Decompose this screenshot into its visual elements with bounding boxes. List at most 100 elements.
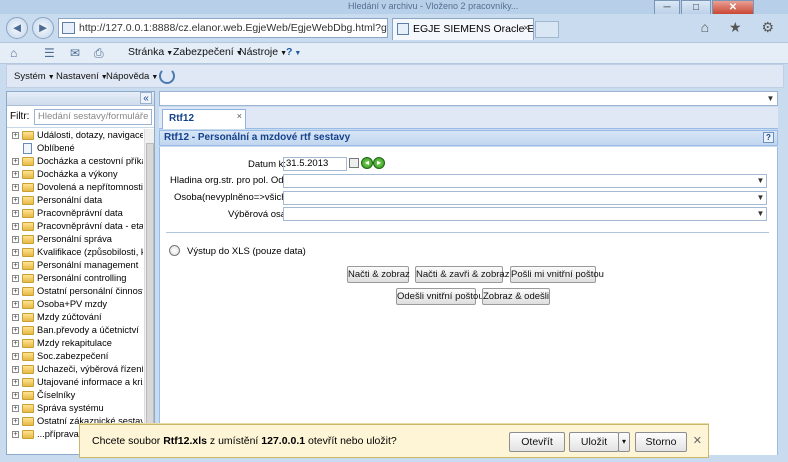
menu-help[interactable]: ? ▼ (286, 46, 301, 58)
tree-item[interactable]: + Mzdy rekapitulace (7, 337, 143, 350)
tree-item[interactable]: + Ostatní personální činnosti (7, 285, 143, 298)
menu-tools[interactable]: Nástroje ▼ (239, 46, 287, 58)
expand-icon[interactable]: + (12, 171, 19, 178)
new-tab-button[interactable] (535, 21, 559, 38)
date-next-icon[interactable]: ▸ (373, 157, 385, 169)
filter-label: Filtr: (10, 111, 30, 122)
cancel-download-button[interactable]: Storno (635, 432, 687, 452)
menu-system[interactable]: Systém ▼ (14, 71, 55, 82)
tree-item[interactable]: + Dovolená a nepřítomnosti (7, 181, 143, 194)
tab-close-icon[interactable]: × (523, 19, 529, 39)
home-icon[interactable]: ⌂ (10, 46, 17, 60)
tree-item[interactable]: + Personální data (7, 194, 143, 207)
tree-item[interactable]: + Události, dotazy, navigace (7, 129, 143, 142)
calendar-icon[interactable] (349, 158, 359, 168)
expand-icon[interactable]: + (12, 405, 19, 412)
tree-item[interactable]: + Číselníky (7, 389, 143, 402)
select-axis-combo[interactable]: ▼ (283, 207, 767, 221)
open-file-button[interactable]: Otevřít (509, 432, 565, 452)
expand-icon[interactable]: + (12, 158, 19, 165)
tree-item[interactable]: + Ban.převody a účetnictví (7, 324, 143, 337)
tree-item[interactable]: + Docházka a cestovní příkazy (7, 155, 143, 168)
expand-icon[interactable]: + (12, 262, 19, 269)
expand-icon[interactable]: + (12, 197, 19, 204)
tree-item[interactable]: + Soc.zabezpečení (7, 350, 143, 363)
refresh-icon[interactable] (159, 68, 175, 84)
top-combobox[interactable]: ▼ (159, 91, 778, 106)
expand-icon[interactable]: + (12, 327, 19, 334)
tab-rtf12[interactable]: Rtf12 × (162, 109, 246, 129)
report-form: Datum k: 31.5.2013 ◂ ▸ Hladina org.str. … (159, 147, 778, 455)
load-close-show-button[interactable]: Načti & zavři & zobraz (415, 266, 509, 283)
person-label: Osoba(nevyplněno=>všichni): (174, 192, 300, 203)
scroll-thumb[interactable] (146, 143, 154, 443)
tree-item[interactable]: + Personální controlling (7, 272, 143, 285)
chevron-down-icon[interactable]: ▼ (755, 192, 766, 204)
expand-icon[interactable]: + (12, 249, 19, 256)
menu-page[interactable]: Stránka ▼ (128, 46, 173, 58)
tree-item[interactable]: + Osoba+PV mzdy (7, 298, 143, 311)
tree-item[interactable]: + Personální management (7, 259, 143, 272)
load-show-button[interactable]: Načti & zobraz (347, 266, 410, 283)
chevron-down-icon[interactable]: ▼ (755, 175, 766, 187)
org-level-combo[interactable]: ▼ (283, 174, 767, 188)
tree-item[interactable]: + Utajované informace a krizové (7, 376, 143, 389)
browser-tab[interactable]: EGJE SIEMENS Oracle EMA... × (392, 18, 534, 40)
select-axis-label: Výběrová osa: (228, 209, 289, 220)
tree-item[interactable]: + Uchazeči, výběrová řízení (7, 363, 143, 376)
close-icon[interactable]: ✕ (693, 434, 702, 447)
back-button[interactable]: ◄ (6, 17, 28, 39)
address-bar[interactable]: http://127.0.0.1:8888/cz.elanor.web.Egje… (58, 18, 388, 38)
tree-item[interactable]: + Pracovněprávní data (7, 207, 143, 220)
tree-item[interactable]: + Správa systému (7, 402, 143, 415)
expand-icon[interactable]: + (12, 288, 19, 295)
menu-helpdesk[interactable]: Nápověda ▼ (106, 71, 158, 82)
tree-item-label: Číselníky (37, 390, 76, 400)
home-favorites-tools-icons[interactable]: ⌂ ★ ⚙ (701, 19, 782, 36)
forward-button[interactable]: ► (32, 17, 54, 39)
print-icon[interactable]: ⎙ (94, 46, 104, 61)
expand-icon[interactable]: + (12, 314, 19, 321)
expand-icon[interactable]: + (12, 379, 19, 386)
expand-icon[interactable]: + (12, 392, 19, 399)
expand-icon[interactable]: + (12, 353, 19, 360)
send-internal-mail-button[interactable]: Pošli mi vnitřní poštou (510, 266, 604, 283)
tree-item[interactable]: + Pracovněprávní data - etalon (7, 220, 143, 233)
expand-icon[interactable]: + (12, 431, 19, 438)
xls-output-radio[interactable] (169, 245, 180, 256)
tree-item[interactable]: + Mzdy zúčtování (7, 311, 143, 324)
tree-item-label: Docházka a výkony (37, 169, 118, 179)
expand-icon[interactable]: + (12, 366, 19, 373)
chevron-down-icon[interactable]: ▼ (755, 208, 766, 220)
expand-icon[interactable]: + (12, 184, 19, 191)
show-send-button[interactable]: Zobraz & odešli (482, 288, 550, 305)
expand-icon[interactable]: + (12, 418, 19, 425)
tree-item[interactable]: + Docházka a výkony (7, 168, 143, 181)
expand-icon[interactable]: + (12, 301, 19, 308)
person-combo[interactable]: ▼ (283, 191, 767, 205)
save-file-button[interactable]: Uložit (569, 432, 619, 452)
expand-icon[interactable]: + (12, 132, 19, 139)
send-internal-post-button[interactable]: Odešli vnitřní poštou (396, 288, 484, 305)
collapse-panel-button[interactable]: « (140, 92, 152, 104)
expand-icon[interactable]: + (12, 340, 19, 347)
expand-icon[interactable]: + (12, 236, 19, 243)
mail-icon[interactable]: ✉ (70, 46, 80, 60)
filter-input[interactable]: Hledání sestavy/formuláře ... (34, 109, 152, 125)
save-options-button[interactable]: ▾ (618, 432, 630, 452)
feeds-icon[interactable]: ☰ (44, 46, 55, 60)
expand-icon[interactable]: + (12, 210, 19, 217)
tab-close-icon[interactable]: × (237, 107, 242, 125)
tree-item[interactable]: + Kvalifikace (způsobilosti, komp (7, 246, 143, 259)
tree-item[interactable]: + Personální správa (7, 233, 143, 246)
date-field[interactable]: 31.5.2013 (283, 157, 347, 171)
date-prev-icon[interactable]: ◂ (361, 157, 373, 169)
tree-item[interactable]: Oblíbené (7, 142, 143, 155)
help-icon[interactable]: ? (763, 132, 774, 143)
menu-settings[interactable]: Nastavení ▼ (56, 71, 108, 82)
menu-security[interactable]: Zabezpečení ▼ (173, 46, 243, 58)
tree-scrollbar[interactable] (144, 129, 154, 454)
expand-icon[interactable]: + (12, 275, 19, 282)
chevron-down-icon[interactable]: ▼ (764, 92, 777, 105)
expand-icon[interactable]: + (12, 223, 19, 230)
